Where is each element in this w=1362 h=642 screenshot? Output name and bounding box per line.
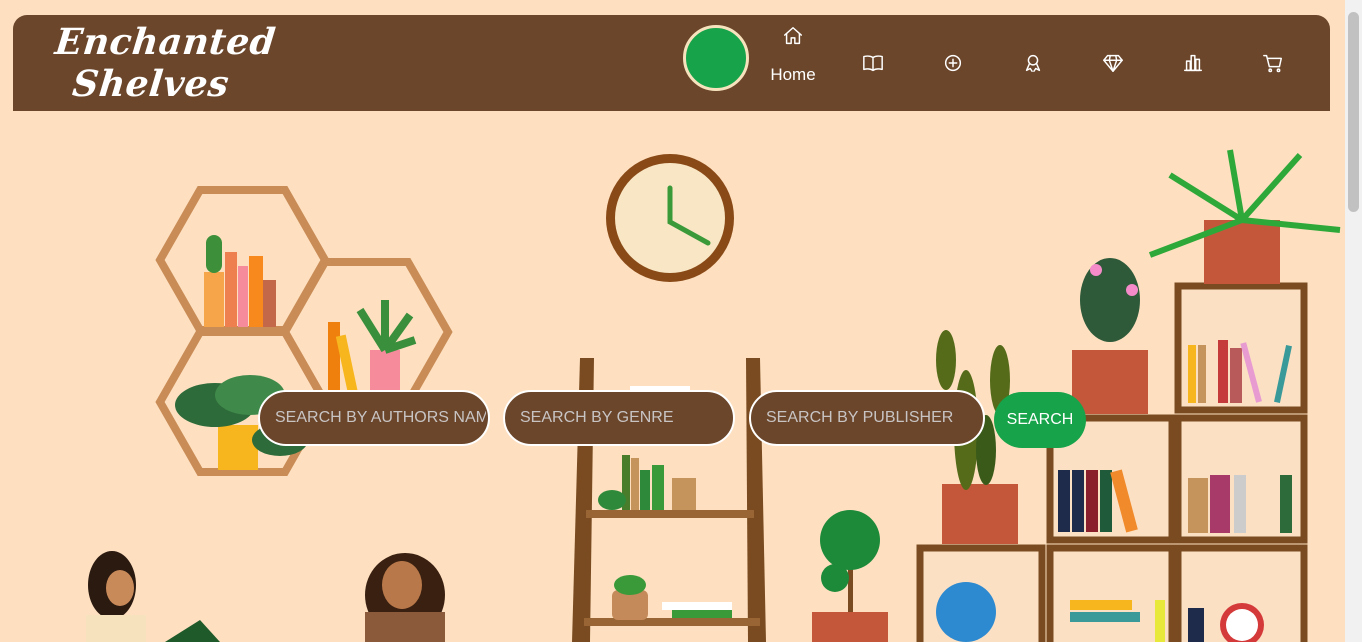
brand-logo[interactable]: Enchanted Shelves <box>49 21 278 105</box>
bar-chart-icon <box>1184 54 1202 72</box>
top-navbar: Enchanted Shelves Home <box>13 15 1330 111</box>
cart-icon <box>1263 54 1282 73</box>
topiary-plant-illustration <box>812 510 888 642</box>
scrollbar-thumb[interactable] <box>1348 12 1359 212</box>
wall-clock-illustration <box>606 154 734 282</box>
publisher-search-input[interactable] <box>749 390 985 446</box>
page-scrollbar[interactable] <box>1345 0 1362 642</box>
search-button[interactable]: SEARCH <box>994 392 1086 448</box>
book-open-icon <box>863 55 883 72</box>
genre-search-input[interactable] <box>503 390 735 446</box>
nav-item-add[interactable] <box>923 15 983 111</box>
nav-item-premium[interactable] <box>1083 15 1143 111</box>
plus-circle-icon <box>944 54 962 72</box>
brand-line-2: Shelves <box>70 63 232 105</box>
nav-item-awards[interactable] <box>1003 15 1063 111</box>
diamond-icon <box>1103 54 1123 72</box>
reader-person-illustration <box>86 551 445 642</box>
user-avatar[interactable] <box>683 25 749 91</box>
nav-item-books[interactable] <box>843 15 903 111</box>
nav-item-cart[interactable] <box>1243 15 1303 111</box>
home-icon <box>784 27 802 45</box>
award-icon <box>1025 54 1041 72</box>
nav-home-label: Home <box>770 65 816 84</box>
brand-line-1: Enchanted <box>53 21 278 63</box>
nav-item-stats[interactable] <box>1163 15 1223 111</box>
nav-item-home[interactable]: Home <box>763 15 823 111</box>
author-search-input[interactable] <box>258 390 490 446</box>
